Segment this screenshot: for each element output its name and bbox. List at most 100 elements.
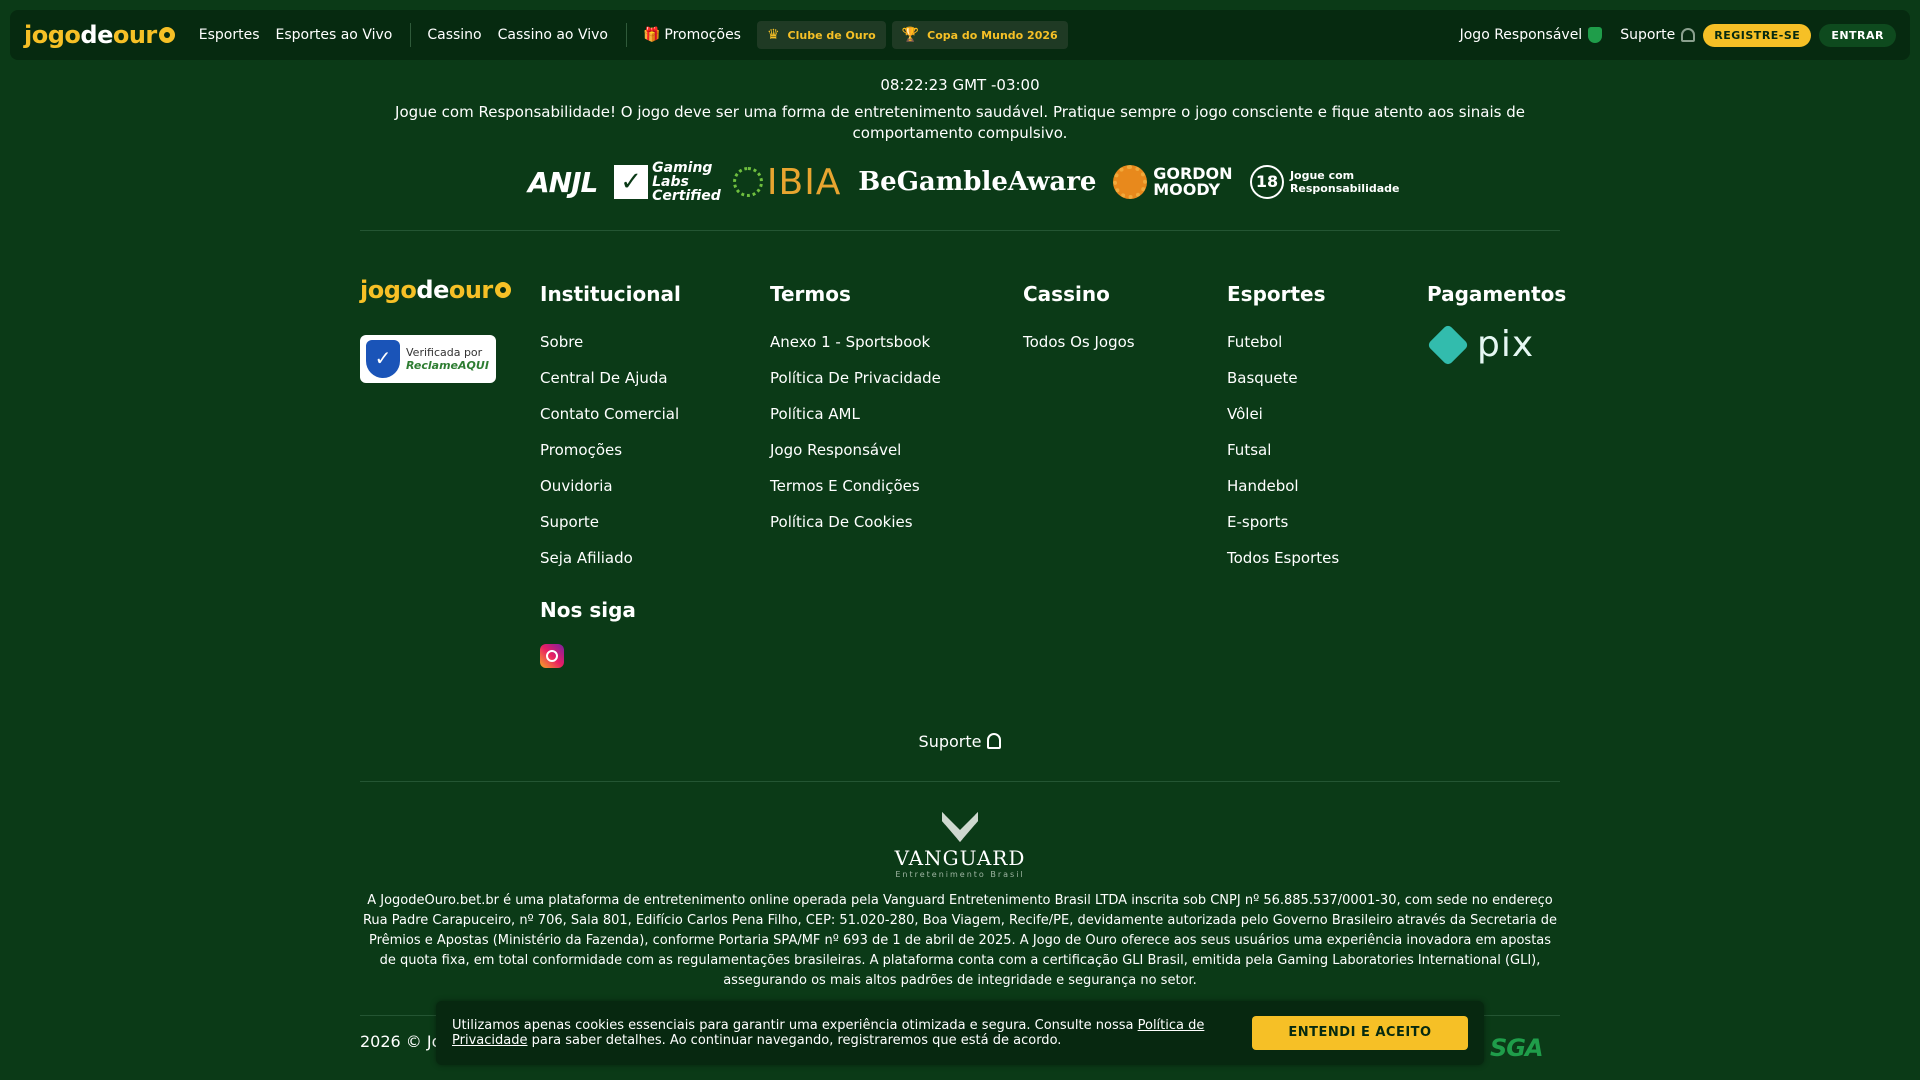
ibia-logo[interactable]: IBIA — [732, 162, 842, 203]
nav-promocoes[interactable]: 🎁 Promoções — [643, 27, 741, 43]
header-actions: Jogo Responsável Suporte REGISTRE-SE ENT… — [1460, 23, 1896, 47]
nav-cassino-ao-vivo[interactable]: Cassino ao Vivo — [498, 27, 608, 43]
responsible-badges: ANJL ✓ Gaming Labs Certified IBIA BeGambl… — [528, 160, 1400, 204]
legal-text: A JogodeOuro.bet.br é uma plataforma de … — [362, 893, 1557, 988]
gordon-moody-logo[interactable]: GORDON MOODY — [1113, 165, 1233, 199]
gordon-moody-label: GORDON MOODY — [1153, 164, 1233, 199]
cookie-message: Utilizamos apenas cookies essenciais par… — [452, 1018, 1212, 1048]
clube-de-ouro-button[interactable]: ♛ Clube de Ouro — [756, 21, 886, 49]
instagram-icon[interactable] — [540, 644, 564, 668]
suporte-footer-link[interactable]: Suporte — [0, 732, 1920, 751]
crown-icon: ♛ — [766, 27, 780, 43]
footer-link[interactable]: Ouvidoria — [540, 468, 681, 504]
footer-link[interactable]: Política AML — [770, 396, 941, 432]
gift-icon: 🎁 — [642, 27, 661, 43]
footer-logo[interactable]: jogo de our — [360, 276, 511, 304]
ball-icon — [494, 282, 511, 298]
footer-link[interactable]: Futsal — [1227, 432, 1339, 468]
footer-link[interactable]: Suporte — [540, 504, 681, 540]
gaming-labs-logo[interactable]: ✓ Gaming Labs Certified — [614, 161, 721, 203]
footer-link[interactable]: Basquete — [1227, 360, 1339, 396]
cookie-text: para saber detalhes. Ao continuar navega… — [527, 1033, 1062, 1048]
footer-col-esportes: Esportes Futebol Basquete Vôlei Futsal H… — [1227, 282, 1339, 576]
footer-link[interactable]: E-sports — [1227, 504, 1339, 540]
nav-promocoes-label: Promoções — [664, 27, 741, 43]
begambleaware-logo[interactable]: BeGambleAware — [858, 167, 1096, 197]
cookie-text: Utilizamos apenas cookies essenciais par… — [452, 1018, 1138, 1033]
site-logo[interactable]: jogo de our — [24, 21, 175, 49]
anjl-logo[interactable]: ANJL — [528, 166, 598, 199]
footer-link[interactable]: Jogo Responsável — [770, 432, 941, 468]
reclame-label: Verificada por — [406, 346, 483, 359]
nav-cassino[interactable]: Cassino — [427, 27, 481, 43]
footer-link[interactable]: Política De Privacidade — [770, 360, 941, 396]
age-restriction-badge[interactable]: 18 Jogue com Responsabilidade — [1249, 165, 1400, 199]
col-title: Cassino — [1023, 282, 1110, 306]
nav-divider — [625, 23, 627, 47]
logo-text-jogo: jogo — [24, 21, 81, 49]
footer-link[interactable]: Vôlei — [1227, 396, 1339, 432]
register-button[interactable]: REGISTRE-SE — [1703, 23, 1812, 47]
reclame-aqui-badge[interactable]: ✓ Verificada por ReclameAQUI — [360, 335, 496, 383]
globe-icon — [732, 167, 763, 197]
footer-link[interactable]: Contato Comercial — [540, 396, 681, 432]
vanguard-logo: VANGUARD Entretenimento Brasil — [0, 812, 1920, 879]
nav-esportes-ao-vivo[interactable]: Esportes ao Vivo — [276, 27, 393, 43]
logo-text-de: de — [80, 21, 113, 49]
age-18-icon: 18 — [1249, 165, 1284, 199]
vanguard-chevron-icon — [942, 812, 978, 842]
jogue-responsabilidade-label: Jogue com Responsabilidade — [1289, 169, 1400, 195]
vanguard-name: VANGUARD — [894, 846, 1026, 870]
suporte-footer-label: Suporte — [918, 732, 982, 751]
footer-link[interactable]: Termos E Condições — [770, 468, 941, 504]
headset-icon — [1681, 28, 1696, 42]
footer-logo-de: de — [416, 276, 449, 304]
pix-label: pix — [1477, 324, 1535, 365]
footer-col-termos: Termos Anexo 1 - Sportsbook Política De … — [770, 282, 941, 540]
jogo-responsavel-link[interactable]: Jogo Responsável — [1460, 27, 1583, 43]
suporte-link[interactable]: Suporte — [1620, 27, 1675, 43]
col-title: Institucional — [540, 282, 681, 306]
footer-link[interactable]: Seja Afiliado — [540, 540, 681, 576]
ball-icon — [158, 27, 175, 43]
footer-link[interactable]: Todos Esportes — [1227, 540, 1339, 576]
footer-link[interactable]: Todos Os Jogos — [1023, 324, 1135, 360]
pix-logo: pix — [1426, 323, 1566, 366]
col-title: Pagamentos — [1427, 282, 1567, 306]
clube-de-ouro-label: Clube de Ouro — [787, 28, 876, 42]
pix-icon — [1426, 323, 1470, 366]
divider — [360, 230, 1560, 231]
clock: 08:22:23 GMT -03:00 — [880, 76, 1040, 94]
trophy-icon: 🏆 — [901, 27, 920, 43]
footer-link[interactable]: Anexo 1 - Sportsbook — [770, 324, 941, 360]
copa-do-mundo-label: Copa do Mundo 2026 — [927, 28, 1058, 42]
footer-link[interactable]: Política De Cookies — [770, 504, 941, 540]
footer-col-institucional: Institucional Sobre Central De Ajuda Con… — [540, 282, 681, 576]
accept-cookies-button[interactable]: ENTENDI E ACEITO — [1252, 1016, 1468, 1050]
headset-icon — [987, 733, 1002, 749]
footer-link[interactable]: Central De Ajuda — [540, 360, 681, 396]
col-title: Esportes — [1227, 282, 1326, 306]
footer-link[interactable]: Promoções — [540, 432, 681, 468]
nav-esportes[interactable]: Esportes — [199, 27, 260, 43]
footer-link[interactable]: Futebol — [1227, 324, 1339, 360]
sga-logo: SGA — [1490, 1034, 1544, 1062]
footer-col-cassino: Cassino Todos Os Jogos — [1023, 282, 1135, 360]
check-icon: ✓ — [614, 165, 649, 199]
copa-do-mundo-button[interactable]: 🏆 Copa do Mundo 2026 — [891, 21, 1068, 49]
shield-icon — [1588, 27, 1603, 43]
cookie-banner: Utilizamos apenas cookies essenciais par… — [436, 1001, 1484, 1065]
footer-link[interactable]: Handebol — [1227, 468, 1339, 504]
reclame-brand: ReclameAQUI — [406, 359, 489, 372]
footer-logo-jogo: jogo — [360, 276, 417, 304]
footer-logo-our: our — [448, 276, 493, 304]
nav-divider — [410, 23, 412, 47]
top-header: jogo de our Esportes Esportes ao Vivo Cass… — [10, 10, 1910, 60]
verified-shield-icon: ✓ — [366, 340, 400, 378]
footer-link[interactable]: Sobre — [540, 324, 681, 360]
main-nav: Esportes Esportes ao Vivo Cassino Cassin… — [199, 21, 1074, 49]
responsible-message: Jogue com Responsabilidade! O jogo deve … — [395, 103, 1525, 142]
vanguard-sub: Entretenimento Brasil — [895, 870, 1025, 879]
logo-text-our: our — [112, 21, 157, 49]
login-button[interactable]: ENTRAR — [1819, 23, 1896, 47]
